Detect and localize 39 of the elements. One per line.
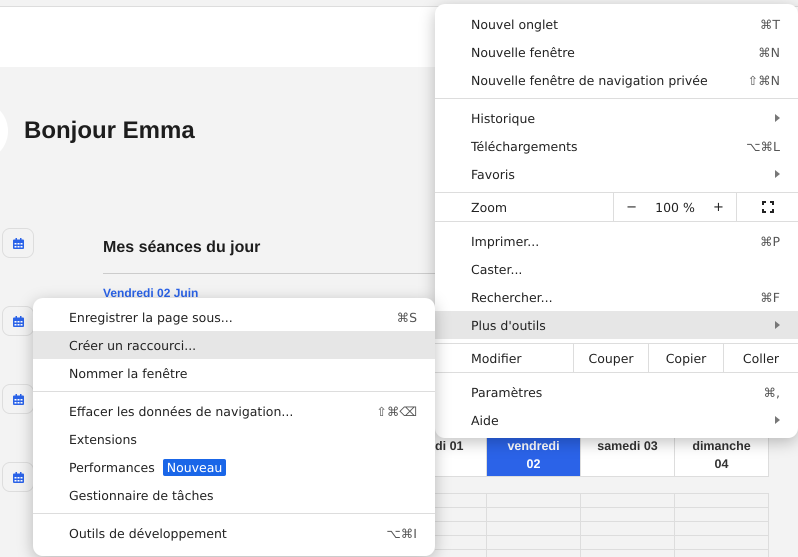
edit-action-button[interactable]: Coller	[724, 344, 798, 372]
calendar-icon	[12, 238, 24, 248]
zoom-label: Zoom	[435, 193, 614, 221]
menu-item[interactable]: Favoris	[435, 160, 798, 188]
zoom-out-button[interactable]: −	[620, 200, 643, 214]
calendar-button[interactable]	[2, 462, 34, 492]
menu-item[interactable]: Paramètres ⌘,	[435, 378, 798, 406]
calendar-button[interactable]	[2, 384, 34, 414]
edit-action-button[interactable]: Couper	[574, 344, 649, 372]
menu-item[interactable]: Nouvelle fenêtre de navigation privée ⇧⌘N	[435, 66, 798, 94]
calendar-icon	[12, 316, 24, 326]
menu-item[interactable]: Extensions	[33, 425, 435, 453]
menu-item[interactable]: Gestionnaire de tâches	[33, 481, 435, 509]
menu-item[interactable]: Nouvelle fenêtre ⌘N	[435, 38, 798, 66]
menu-item[interactable]: Plus d'outils	[435, 311, 798, 339]
calendar-icon	[12, 472, 24, 482]
menu-item[interactable]: Créer un raccourci...	[33, 331, 435, 359]
menu-item[interactable]: Outils de développement ⌥⌘I	[33, 519, 435, 547]
fullscreen-icon	[762, 201, 774, 213]
calendar-button[interactable]	[2, 228, 34, 258]
calendar-button[interactable]	[2, 306, 34, 336]
menu-item[interactable]: Téléchargements ⌥⌘L	[435, 132, 798, 160]
menu-item[interactable]: Historique	[435, 104, 798, 132]
menu-item[interactable]: Enregistrer la page sous... ⌘S	[33, 303, 435, 331]
edit-action-button[interactable]: Copier	[649, 344, 724, 372]
date-label: Vendredi 02 Juin	[103, 286, 200, 300]
menu-item[interactable]: Nommer la fenêtre	[33, 359, 435, 387]
menu-item[interactable]: Imprimer... ⌘P	[435, 227, 798, 255]
greeting: Bonjour Emma	[24, 117, 195, 145]
zoom-value: 100 %	[655, 200, 695, 214]
menu-item[interactable]: Effacer les données de navigation... ⇧⌘⌫	[33, 397, 435, 425]
section-title: Mes séances du jour	[103, 238, 262, 258]
menu-item[interactable]: Rechercher... ⌘F	[435, 283, 798, 311]
menu-item[interactable]: Nouvel onglet ⌘T	[435, 10, 798, 38]
new-badge: Nouveau	[162, 458, 226, 476]
zoom-in-button[interactable]: +	[707, 200, 730, 214]
menu-item[interactable]: Caster...	[435, 255, 798, 283]
menu-item[interactable]: Performances Nouveau	[33, 453, 435, 481]
calendar-icon	[12, 394, 24, 404]
